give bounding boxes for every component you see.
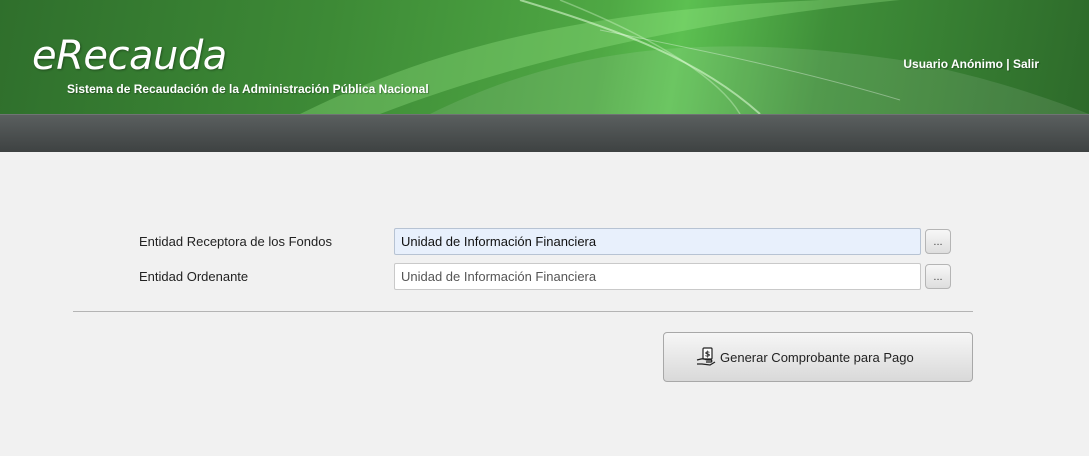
- app-header: eRecauda Sistema de Recaudación de la Ad…: [0, 0, 1089, 114]
- generate-button-label: Generar Comprobante para Pago: [720, 349, 914, 365]
- form-row-receptora: Entidad Receptora de los Fondos ...: [0, 228, 1089, 256]
- form-row-ordenante: Entidad Ordenante ...: [0, 263, 1089, 291]
- user-label: Usuario Anónimo |: [903, 57, 1010, 71]
- generate-payment-voucher-button[interactable]: $ Generar Comprobante para Pago: [663, 332, 973, 382]
- nav-bar: [0, 114, 1089, 152]
- app-logo: eRecauda: [32, 33, 227, 79]
- ordenante-input[interactable]: [394, 263, 921, 290]
- field-label-receptora: Entidad Receptora de los Fondos: [139, 234, 332, 249]
- app-subtitle: Sistema de Recaudación de la Administrac…: [67, 82, 429, 96]
- field-label-ordenante: Entidad Ordenante: [139, 269, 249, 284]
- money-hand-icon: $: [696, 347, 716, 367]
- logout-link[interactable]: Salir: [1013, 57, 1039, 71]
- receptora-input[interactable]: [394, 228, 921, 255]
- ordenante-lookup-button[interactable]: ...: [925, 264, 951, 289]
- svg-text:$: $: [705, 350, 711, 359]
- form-divider: [73, 311, 973, 312]
- user-area: Usuario Anónimo | Salir: [903, 57, 1039, 71]
- receptora-lookup-button[interactable]: ...: [925, 229, 951, 254]
